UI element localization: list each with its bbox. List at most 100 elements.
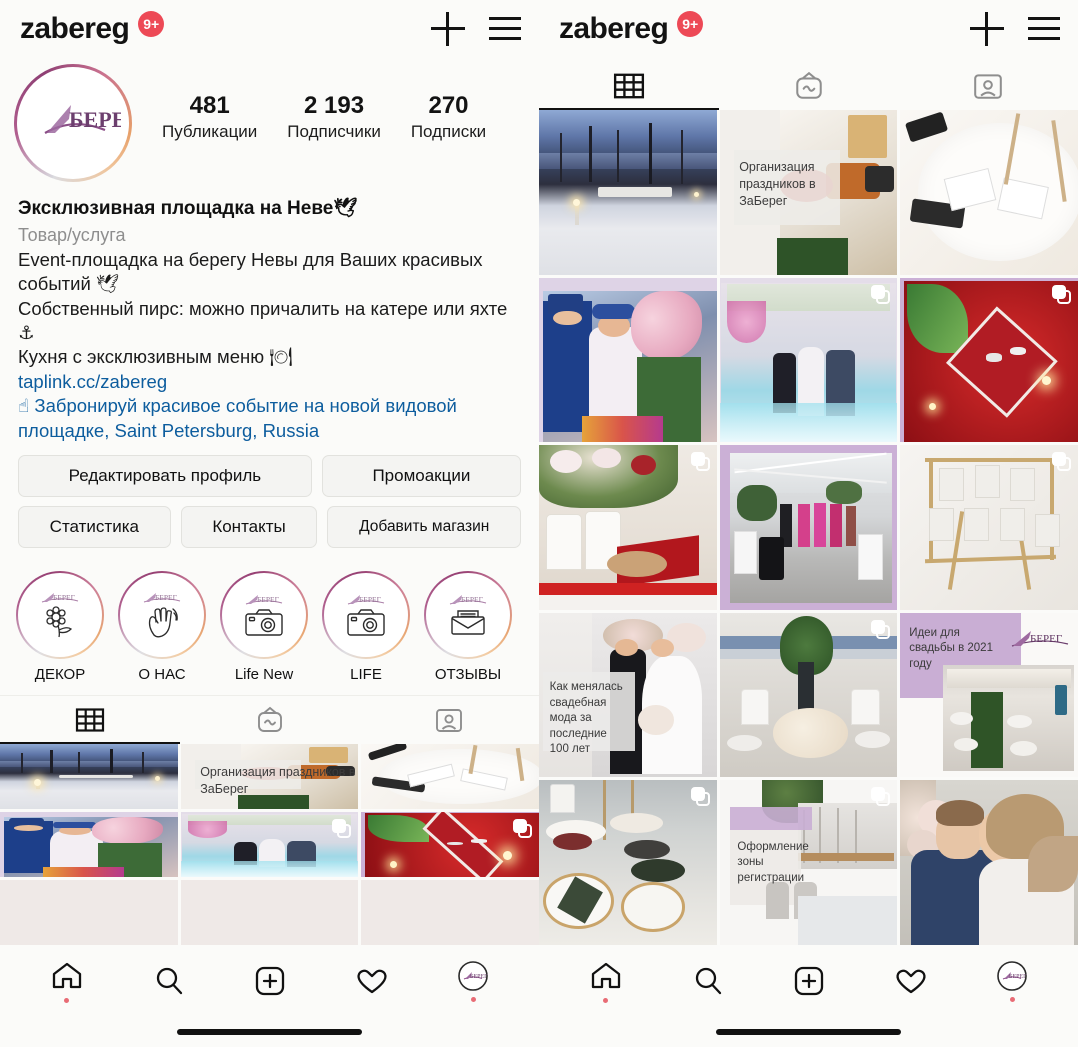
camera-icon [245, 609, 283, 636]
nav-search[interactable] [691, 964, 725, 998]
grid-post[interactable]: Идеи для свадьбы в 2021 году БЕРЕГ [900, 612, 1078, 778]
tab-tagged[interactable] [898, 62, 1078, 110]
nav-activity[interactable] [894, 964, 928, 998]
tab-grid[interactable] [539, 62, 719, 110]
profile-category: Товар/услуга [18, 224, 126, 245]
tab-grid[interactable] [0, 696, 180, 744]
stat-posts-label: Публикации [162, 121, 258, 141]
zabereg-logo-icon: БЕРЕГ [44, 105, 121, 134]
tab-igtv[interactable] [180, 696, 360, 744]
highlight-otzyvy[interactable]: БЕРЕГ ОТЗЫВЫ [424, 570, 512, 683]
notification-badge: 9+ [677, 11, 704, 37]
svg-text:БЕРЕГ: БЕРЕГ [1009, 974, 1027, 980]
avatar[interactable]: БЕРЕГ [14, 64, 132, 182]
waving-hand-icon [148, 607, 178, 638]
grid-post[interactable] [900, 110, 1078, 275]
grid-post[interactable]: Оформление зоны регистрации [719, 780, 898, 945]
tab-igtv[interactable] [719, 62, 899, 110]
grid-post[interactable] [180, 811, 359, 877]
highlight-dekor[interactable]: БЕРЕГ ДЕКОР [16, 570, 104, 683]
bio-external-link[interactable]: taplink.cc/zabereg [18, 370, 521, 394]
grid-post[interactable]: Как менялась свадебная мода за последние… [539, 612, 717, 778]
nav-activity[interactable] [355, 964, 389, 998]
grid-post[interactable] [539, 277, 717, 443]
carousel-icon [871, 619, 891, 639]
grid-post[interactable] [900, 277, 1078, 443]
grid-post[interactable] [539, 445, 717, 610]
grid-post[interactable] [361, 743, 539, 809]
plus-icon[interactable] [970, 12, 1004, 46]
nav-create[interactable] [792, 964, 826, 998]
grid-post[interactable] [719, 612, 898, 778]
add-shop-button[interactable]: Добавить магазин [327, 505, 521, 548]
nav-search[interactable] [152, 964, 186, 998]
post-caption-text: Организация праздников в ЗаБерег [739, 160, 816, 209]
stat-followers-label: Подписчики [287, 121, 381, 141]
tab-tagged[interactable] [359, 696, 539, 744]
post-thumbnail [361, 743, 539, 809]
post-grid[interactable]: Организация праздников в ЗаБерег [539, 110, 1078, 945]
hamburger-menu-icon[interactable] [1028, 17, 1060, 41]
svg-text:БЕРЕГ: БЕРЕГ [359, 595, 382, 604]
nav-dot [64, 998, 70, 1003]
highlight-o-nas[interactable]: БЕРЕГ О НАС [118, 570, 206, 683]
grid-post[interactable] [361, 879, 539, 945]
username-title: zabereg [559, 12, 669, 45]
home-indicator [0, 1017, 539, 1047]
grid-icon [613, 73, 644, 99]
grid-post[interactable] [361, 811, 539, 877]
nav-create[interactable] [253, 964, 287, 998]
stat-followers[interactable]: 2 193 Подписчики [287, 92, 381, 142]
nav-profile[interactable]: БЕРЕГ [996, 960, 1028, 1002]
grid-post[interactable] [719, 445, 898, 610]
stat-followers-value: 2 193 [304, 92, 365, 119]
envelope-icon [451, 610, 485, 635]
grid-post[interactable] [0, 811, 178, 877]
grid-post[interactable] [0, 879, 178, 945]
promotions-button[interactable]: Промоакции [321, 454, 521, 497]
nav-profile[interactable]: БЕРЕГ [457, 960, 489, 1002]
highlight-life-new[interactable]: БЕРЕГ Life New [220, 570, 308, 683]
nav-home[interactable] [589, 959, 623, 1003]
grid-post[interactable] [180, 879, 359, 945]
post-thumbnail [0, 743, 178, 809]
post-thumbnail [900, 110, 1078, 275]
grid-post[interactable] [539, 780, 717, 945]
stat-posts[interactable]: 481 Публикации [162, 92, 257, 142]
grid-post[interactable] [719, 277, 898, 443]
nav-home[interactable] [50, 959, 84, 1003]
hamburger-menu-icon[interactable] [489, 17, 521, 41]
stat-following[interactable]: 270 Подписки [411, 92, 486, 142]
phone-screen-profile: zabereg 9+ БЕРЕГ [0, 0, 539, 1047]
grid-post[interactable] [900, 780, 1078, 945]
grid-post[interactable]: Организация праздников в ЗаБерег [180, 743, 359, 809]
bio-address[interactable]: ☝ Забронируй красивое событие на новой в… [18, 394, 521, 443]
zabereg-mini-logo-icon: БЕРЕГ [41, 592, 79, 603]
grid-post[interactable] [900, 445, 1078, 610]
grid-post[interactable] [0, 743, 178, 809]
dual-screenshot-comparison: zabereg 9+ БЕРЕГ [0, 0, 1078, 1047]
bio-line-3: Кухня с эксклюзивным меню 🍽 [18, 346, 293, 368]
contacts-button[interactable]: Контакты [180, 505, 318, 548]
statistics-button[interactable]: Статистика [18, 505, 171, 548]
story-highlights: БЕРЕГ ДЕКОР БЕРЕГ О НАС БЕРЕГ Life New Б… [0, 557, 539, 683]
top-app-bar: zabereg 9+ [539, 0, 1078, 58]
plus-icon[interactable] [431, 12, 465, 46]
profile-stats: 481 Публикации 2 193 Подписчики 270 Подп… [162, 92, 486, 142]
grid-post[interactable] [539, 110, 717, 275]
search-icon [695, 967, 721, 995]
grid-icon [75, 708, 104, 732]
post-caption-text: Оформление зоны регистрации [737, 840, 809, 884]
grid-post[interactable]: Организация праздников в ЗаБерег [719, 110, 898, 275]
post-thumbnail [900, 780, 1078, 945]
svg-text:БЕРЕГ: БЕРЕГ [53, 593, 76, 602]
highlight-life[interactable]: БЕРЕГ LIFE [322, 570, 410, 683]
svg-text:БЕРЕГ: БЕРЕГ [257, 595, 280, 604]
post-caption-text: Как менялась свадебная мода за последние… [549, 681, 623, 756]
carousel-icon [871, 284, 891, 304]
edit-profile-button[interactable]: Редактировать профиль [18, 454, 312, 497]
bottom-navigation-bar: БЕРЕГ [539, 945, 1078, 1017]
nav-dot [1009, 997, 1015, 1002]
top-app-bar: zabereg 9+ [0, 0, 539, 58]
post-grid[interactable]: Организация праздников в ЗаБерег [0, 743, 539, 945]
